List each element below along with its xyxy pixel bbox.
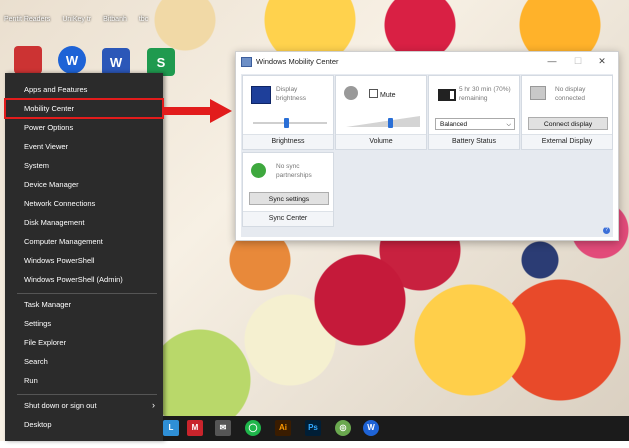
app-icon[interactable]: [14, 46, 42, 74]
connect-display-button[interactable]: Connect display: [528, 117, 608, 130]
menu-divider: [17, 293, 157, 294]
desktop-label[interactable]: Pentit Readers: [4, 16, 50, 23]
mail-icon[interactable]: ✉: [215, 420, 231, 436]
tile-sync-center: No sync partnerships Sync settings Sync C…: [242, 152, 334, 227]
menu-divider: [17, 394, 157, 395]
volume-slider-thumb[interactable]: [388, 118, 394, 128]
desktop-label[interactable]: tbc: [139, 16, 148, 23]
sync-status: No sync: [276, 163, 300, 170]
mute-checkbox[interactable]: Mute: [369, 89, 396, 99]
external-monitor-icon: [530, 86, 546, 100]
display-status-2: connected: [555, 95, 585, 102]
sync-status-2: partnerships: [276, 172, 312, 179]
sync-settings-button[interactable]: Sync settings: [249, 192, 329, 205]
desktop-top-labels: Pentit Readers UniKey tr Bitbanh tbc: [4, 16, 148, 23]
brightness-desc: Display brightness: [276, 86, 306, 102]
volume-slider[interactable]: [346, 116, 420, 128]
checkbox-icon: [369, 89, 378, 98]
desktop-label[interactable]: Bitbanh: [103, 16, 127, 23]
desktop-label[interactable]: UniKey tr: [62, 16, 91, 23]
tile-volume: Mute Volume: [335, 75, 427, 150]
menu-item-apps-features[interactable]: Apps and Features: [5, 80, 163, 99]
battery-label: Battery Status: [429, 134, 519, 149]
brightness-label: Brightness: [243, 134, 333, 149]
close-button[interactable]: ✕: [590, 52, 614, 71]
photoshop-icon[interactable]: Ps: [305, 420, 321, 436]
brightness-slider[interactable]: [253, 122, 327, 124]
mcafee-icon[interactable]: M: [187, 420, 203, 436]
menu-item-disk-management[interactable]: Disk Management: [5, 213, 163, 232]
mobility-center-window: Windows Mobility Center — ☐ ✕ Display br…: [235, 51, 619, 241]
menu-item-file-explorer[interactable]: File Explorer: [5, 333, 163, 352]
chevron-down-icon: ⌵: [506, 122, 511, 128]
word-icon[interactable]: W: [102, 48, 130, 76]
menu-item-system[interactable]: System: [5, 156, 163, 175]
menu-item-run[interactable]: Run: [5, 371, 163, 390]
display-status: No display: [555, 86, 586, 93]
battery-time: 5 hr 30 min (70%): [459, 86, 511, 93]
wps-taskbar-icon[interactable]: W: [363, 420, 379, 436]
taskbar-app-icon[interactable]: L: [163, 420, 179, 436]
menu-item-network-connections[interactable]: Network Connections: [5, 194, 163, 213]
menu-item-settings[interactable]: Settings: [5, 314, 163, 333]
menu-item-search[interactable]: Search: [5, 352, 163, 371]
menu-item-event-viewer[interactable]: Event Viewer: [5, 137, 163, 156]
menu-item-powershell-admin[interactable]: Windows PowerShell (Admin): [5, 270, 163, 289]
external-display-label: External Display: [522, 134, 612, 149]
battery-remaining: remaining: [459, 95, 488, 102]
chevron-right-icon: ›: [152, 400, 155, 410]
minimize-button[interactable]: —: [540, 52, 564, 71]
sync-icon: [251, 163, 266, 178]
speaker-icon: [344, 86, 358, 100]
menu-item-task-manager[interactable]: Task Manager: [5, 295, 163, 314]
sync-center-label: Sync Center: [243, 211, 333, 226]
wps-icon[interactable]: W: [58, 46, 86, 74]
menu-item-shutdown[interactable]: Shut down or sign out ›: [5, 396, 163, 415]
power-plan-select[interactable]: Balanced ⌵: [435, 118, 515, 130]
sheet-icon[interactable]: S: [147, 48, 175, 76]
volume-label: Volume: [336, 134, 426, 149]
illustrator-icon[interactable]: Ai: [275, 420, 291, 436]
window-titlebar[interactable]: Windows Mobility Center — ☐ ✕: [236, 52, 618, 71]
tile-external-display: No display connected Connect display Exte…: [521, 75, 613, 150]
winx-menu: Apps and Features Mobility Center Power …: [4, 73, 164, 441]
tile-brightness: Display brightness Brightness: [242, 75, 334, 150]
menu-item-mobility-center[interactable]: Mobility Center: [4, 98, 164, 119]
brightness-slider-thumb[interactable]: [284, 118, 290, 128]
monitor-icon: [251, 86, 271, 104]
menu-item-computer-management[interactable]: Computer Management: [5, 232, 163, 251]
maximize-button[interactable]: ☐: [566, 52, 590, 71]
battery-icon: [438, 89, 456, 101]
mobility-tiles-area: Display brightness Brightness Mute Volum…: [241, 74, 613, 237]
red-arrow-icon: [164, 99, 232, 123]
window-title: Windows Mobility Center: [256, 57, 339, 66]
menu-item-device-manager[interactable]: Device Manager: [5, 175, 163, 194]
tile-battery: 5 hr 30 min (70%) remaining Balanced ⌵ Bat…: [428, 75, 520, 150]
line-icon[interactable]: ◯: [245, 420, 261, 436]
window-app-icon: [241, 56, 252, 67]
taskbar: L M ✉ ◯ Ai Ps ◎ W: [163, 416, 629, 441]
menu-item-desktop[interactable]: Desktop: [5, 415, 163, 434]
menu-item-powershell[interactable]: Windows PowerShell: [5, 251, 163, 270]
help-icon[interactable]: ?: [603, 227, 610, 234]
chrome-icon[interactable]: ◎: [335, 420, 351, 436]
menu-item-power-options[interactable]: Power Options: [5, 118, 163, 137]
